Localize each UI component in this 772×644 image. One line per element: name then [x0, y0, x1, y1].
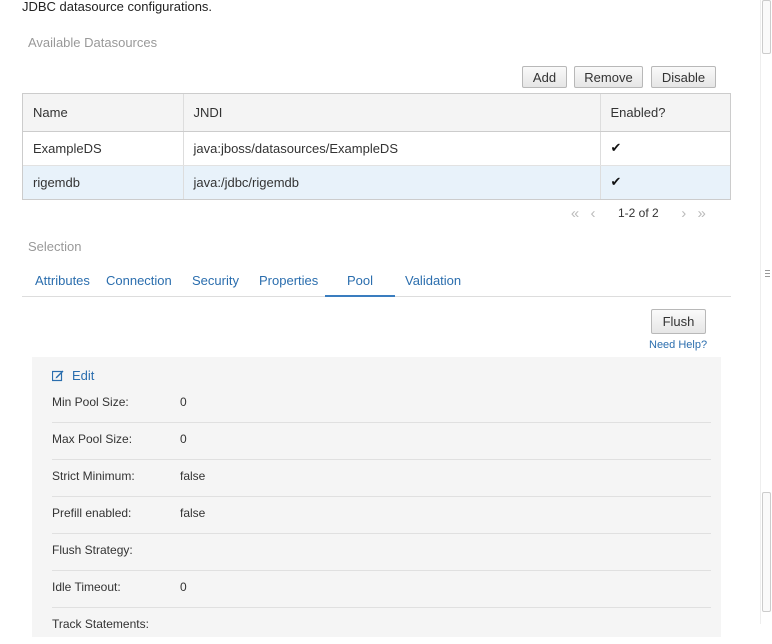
table-row[interactable]: rigemdb java:/jdbc/rigemdb ✔ [23, 165, 730, 199]
pool-row-idle-timeout: Idle Timeout: 0 [52, 570, 711, 608]
need-help-link[interactable]: Need Help? [649, 339, 707, 351]
field-label: Strict Minimum: [52, 469, 135, 483]
pool-row-strict-minimum: Strict Minimum: false [52, 459, 711, 497]
scrollbar-grip-icon [765, 273, 770, 274]
pool-row-max-pool-size: Max Pool Size: 0 [52, 422, 711, 460]
last-page-icon[interactable]: » [693, 205, 711, 222]
check-icon: ✔ [610, 140, 622, 155]
pool-row-min-pool-size: Min Pool Size: 0 [52, 385, 711, 423]
field-value: 0 [180, 395, 187, 409]
edit-link[interactable]: Edit [52, 368, 94, 383]
field-value: false [180, 506, 206, 520]
tab-bar: Attributes Connection Security Propertie… [22, 266, 731, 297]
cell-enabled: ✔ [599, 165, 730, 199]
cell-name: rigemdb [33, 174, 80, 190]
field-label: Min Pool Size: [52, 395, 129, 409]
pool-row-track-statements: Track Statements: [52, 607, 711, 644]
scrollbar-thumb-bottom[interactable] [762, 492, 771, 612]
tab-attributes[interactable]: Attributes [35, 266, 90, 295]
field-value: 0 [180, 580, 187, 594]
edit-icon [52, 370, 64, 381]
cell-name: ExampleDS [23, 131, 183, 166]
pool-row-flush-strategy: Flush Strategy: [52, 533, 711, 571]
scrollbar-thumb-top[interactable] [762, 0, 771, 54]
cell-jndi: java:/jdbc/rigemdb [182, 165, 600, 199]
pager-label: 1-2 of 2 [618, 206, 659, 220]
selection-title: Selection [28, 239, 82, 254]
disable-button[interactable]: Disable [651, 66, 716, 88]
check-icon: ✔ [610, 174, 622, 190]
next-page-icon[interactable]: › [675, 205, 693, 222]
table-header-row: Name JNDI Enabled? [23, 94, 730, 132]
flush-button[interactable]: Flush [651, 309, 706, 334]
column-header-enabled[interactable]: Enabled? [599, 94, 730, 132]
field-value: 0 [180, 432, 187, 446]
edit-label: Edit [72, 368, 95, 383]
prev-page-icon[interactable]: ‹ [584, 205, 602, 222]
scrollbar-grip-icon [765, 276, 770, 277]
column-header-name[interactable]: Name [23, 94, 183, 132]
available-datasources-title: Available Datasources [28, 35, 158, 50]
field-label: Track Statements: [52, 617, 149, 631]
tab-pool[interactable]: Pool [325, 266, 395, 297]
tab-properties[interactable]: Properties [259, 266, 318, 295]
field-label: Prefill enabled: [52, 506, 132, 520]
cell-jndi: java:jboss/datasources/ExampleDS [182, 131, 600, 166]
tab-security[interactable]: Security [192, 266, 239, 295]
add-button[interactable]: Add [522, 66, 567, 88]
pool-panel: Edit Min Pool Size: 0 Max Pool Size: 0 S… [32, 357, 721, 637]
field-label: Max Pool Size: [52, 432, 133, 446]
scrollbar-grip-icon [765, 270, 770, 271]
tab-connection[interactable]: Connection [106, 266, 172, 295]
page-description: JDBC datasource configurations. [22, 0, 213, 14]
cell-enabled: ✔ [599, 131, 730, 166]
first-page-icon[interactable]: « [566, 205, 584, 222]
table-row[interactable]: ExampleDS java:jboss/datasources/Example… [23, 131, 730, 166]
column-header-jndi[interactable]: JNDI [182, 94, 600, 132]
field-label: Flush Strategy: [52, 543, 133, 557]
pager: « ‹ 1-2 of 2 › » [566, 205, 711, 222]
field-label: Idle Timeout: [52, 580, 121, 594]
datasources-table: Name JNDI Enabled? ExampleDS java:jboss/… [22, 93, 731, 200]
pool-row-prefill-enabled: Prefill enabled: false [52, 496, 711, 534]
vertical-scrollbar[interactable] [760, 0, 772, 624]
field-value: false [180, 469, 206, 483]
tab-validation[interactable]: Validation [405, 266, 461, 295]
remove-button[interactable]: Remove [574, 66, 643, 88]
